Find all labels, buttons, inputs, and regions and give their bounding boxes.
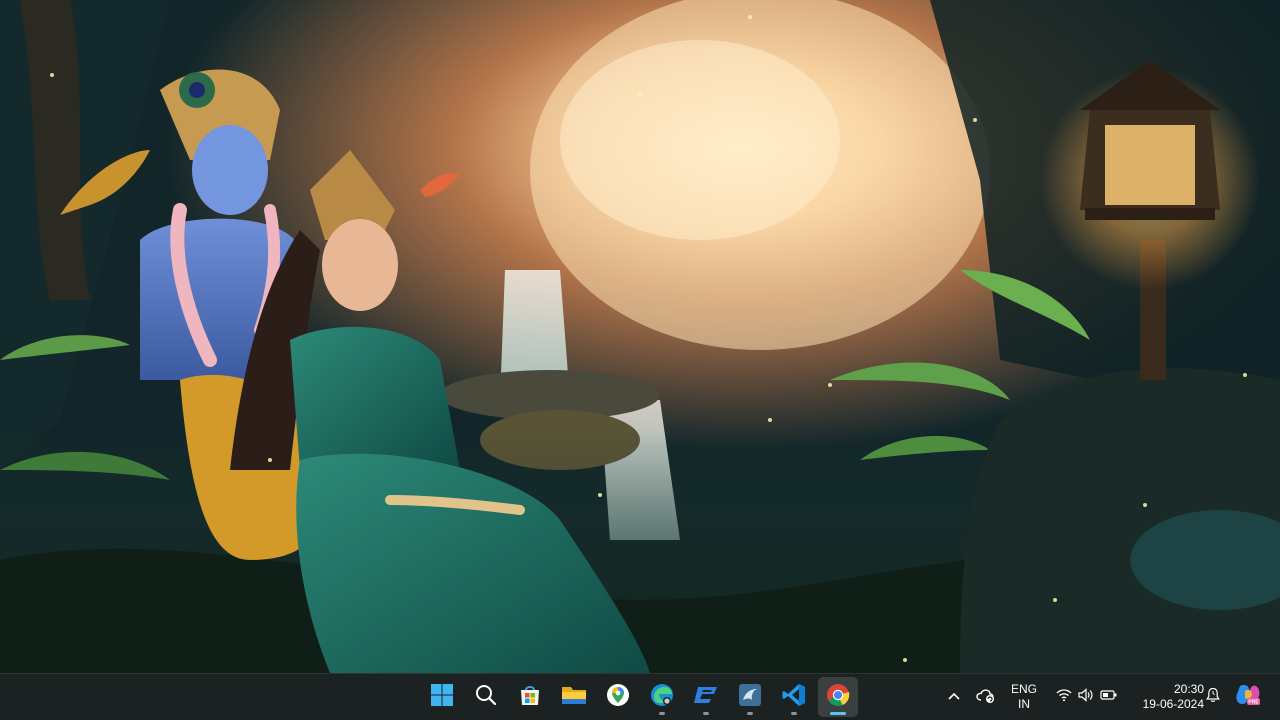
folder-icon [561,683,587,712]
svg-text:PRE: PRE [1248,699,1259,705]
maps-pin-icon [606,683,630,712]
chrome-icon [826,683,850,712]
language-line2: IN [1018,697,1030,711]
onedrive-tray-button[interactable] [974,684,998,710]
taskbar: ENG IN 20:30 19-06-2024 PRE [0,673,1280,720]
mysql-workbench-icon [738,683,762,712]
show-hidden-icons-button[interactable] [944,686,964,708]
taskbar-app-blue-logo[interactable] [686,677,726,717]
clock-button[interactable]: 20:30 19-06-2024 [1130,682,1204,712]
notifications-button[interactable] [1204,686,1222,708]
copilot-button[interactable]: PRE [1234,683,1262,711]
running-indicator [659,712,665,715]
volume-icon [1078,687,1094,707]
taskbar-app-store[interactable] [510,677,550,717]
language-line1: ENG [1010,682,1037,696]
input-language-button[interactable]: ENG IN [1008,682,1040,712]
bell-icon [1206,687,1220,708]
taskbar-app-file-explorer[interactable] [554,677,594,717]
clock-time: 20:30 [1173,682,1204,696]
running-indicator [791,712,797,715]
quick-settings-button[interactable] [1050,682,1124,712]
start-button[interactable] [422,677,462,717]
active-indicator [830,712,846,715]
running-indicator [747,712,753,715]
wifi-icon [1056,688,1072,707]
taskbar-app-vscode[interactable] [774,677,814,717]
taskbar-app-maps[interactable] [598,677,638,717]
battery-icon [1100,688,1118,706]
cloud-sync-icon [976,687,996,708]
copilot-icon: PRE [1235,683,1261,712]
taskbar-app-edge[interactable] [642,677,682,717]
clock-date: 19-06-2024 [1142,697,1204,711]
taskbar-app-chrome[interactable] [818,677,858,717]
search-icon [475,684,497,711]
edge-icon [650,683,674,712]
vscode-icon [782,683,806,712]
running-indicator [703,712,709,715]
desktop-wallpaper [0,0,1280,673]
taskbar-app-mysql-workbench[interactable] [730,677,770,717]
search-button[interactable] [466,677,506,717]
windows-start-icon [430,683,454,712]
store-icon [518,683,542,712]
chevron-up-icon [947,688,961,706]
blue-logo-icon [693,684,719,711]
